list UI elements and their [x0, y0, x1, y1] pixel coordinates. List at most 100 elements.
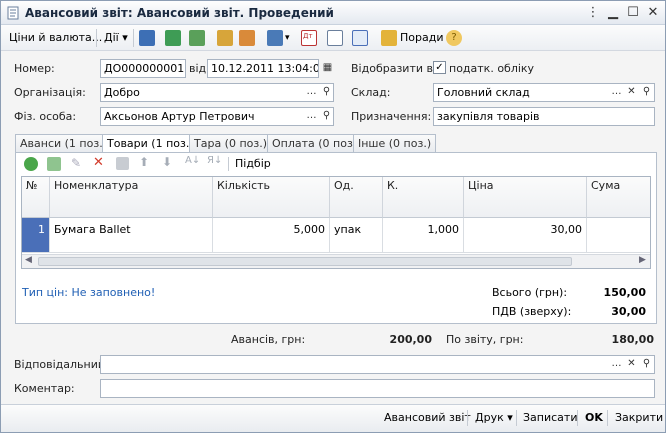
warehouse-value: Головний склад: [437, 86, 530, 99]
person-label: Фіз. особа:: [14, 110, 77, 123]
structure-icon[interactable]: [352, 30, 368, 46]
calendar-icon[interactable]: ▦: [320, 60, 335, 77]
delete-row-icon[interactable]: ✕: [93, 155, 104, 170]
responsible-clear-icon[interactable]: ✕: [624, 356, 639, 373]
move-down-icon[interactable]: ⬇: [162, 155, 172, 169]
column-header-quantity[interactable]: Кількість: [213, 177, 330, 218]
advances-label: Авансів, грн:: [231, 333, 306, 346]
print-button[interactable]: Друк ▾: [475, 411, 513, 424]
horizontal-scrollbar[interactable]: ◀ ▶: [22, 254, 650, 268]
column-header-number[interactable]: №: [22, 177, 50, 218]
scroll-right-icon[interactable]: ▶: [639, 255, 646, 265]
cell-unit[interactable]: упак: [330, 218, 383, 253]
pick-button[interactable]: Підбір: [235, 157, 271, 170]
person-field[interactable]: Аксьонов Артур Петрович: [100, 107, 334, 126]
tab-advances[interactable]: Аванси (1 поз.): [15, 134, 112, 152]
sort-desc-icon[interactable]: Я↓: [207, 155, 222, 166]
unpost-document-icon[interactable]: [239, 30, 255, 46]
date-field[interactable]: 10.12.2011 13:04:00: [207, 59, 319, 78]
save-button[interactable]: Записати: [523, 411, 577, 424]
responsible-field[interactable]: [100, 355, 655, 374]
report-total-label: По звіту, грн:: [446, 333, 524, 346]
toolbar-separator: [607, 410, 608, 426]
print-label: Друк: [475, 411, 504, 424]
post-document-icon[interactable]: [217, 30, 233, 46]
tax-accounting-checkbox[interactable]: ✓: [433, 61, 446, 74]
tab-containers[interactable]: Тара (0 поз.): [189, 134, 273, 152]
column-header-nomenclature[interactable]: Номенклатура: [50, 177, 213, 218]
organization-field[interactable]: Добро: [100, 83, 334, 102]
column-header-sum[interactable]: Сума: [587, 177, 650, 218]
goods-table[interactable]: № Номенклатура Кількість Од. К. Ціна Сум…: [21, 176, 651, 269]
maximize-button[interactable]: ☐: [625, 6, 641, 20]
column-header-price[interactable]: Ціна: [464, 177, 587, 218]
warehouse-select-button[interactable]: …: [609, 84, 624, 101]
sort-asc-icon[interactable]: A↓: [185, 155, 200, 166]
purpose-label: Призначення:: [351, 110, 432, 123]
organization-value: Добро: [104, 86, 140, 99]
cell-number[interactable]: 1: [22, 218, 50, 253]
responsible-search-icon[interactable]: ⚲: [639, 356, 654, 373]
go-up-icon[interactable]: [139, 30, 155, 46]
title-bar: Авансовий звіт: Авансовий звіт. Проведен…: [1, 1, 665, 25]
warehouse-search-icon[interactable]: ⚲: [639, 84, 654, 101]
warehouse-label: Склад:: [351, 86, 391, 99]
document-window: Авансовий звіт: Авансовий звіт. Проведен…: [0, 0, 666, 433]
more-icon[interactable]: ⋮: [585, 6, 601, 20]
person-value: Аксьонов Артур Петрович: [104, 110, 255, 123]
document-icon: [7, 6, 19, 20]
enter-based-on-icon[interactable]: [267, 30, 283, 46]
scrollbar-thumb[interactable]: [38, 257, 572, 266]
toolbar-separator: [467, 410, 468, 426]
warehouse-clear-icon[interactable]: ✕: [624, 84, 639, 101]
organization-select-button[interactable]: …: [304, 84, 319, 101]
column-header-unit[interactable]: Од.: [330, 177, 383, 218]
purpose-field[interactable]: закупівля товарів: [433, 107, 655, 126]
cell-price[interactable]: 30,00: [464, 218, 587, 253]
scroll-left-icon[interactable]: ◀: [25, 255, 32, 265]
tab-payment[interactable]: Оплата (0 поз.): [267, 134, 366, 152]
reflect-label: Відобразити в:: [351, 62, 437, 75]
cell-sum[interactable]: [587, 218, 650, 253]
column-header-coefficient[interactable]: К.: [383, 177, 464, 218]
edit-row-icon[interactable]: ✎: [71, 156, 81, 170]
advance-report-button[interactable]: Авансовий звіт: [384, 411, 471, 424]
price-type-link[interactable]: Тип цін: Не заповнено!: [22, 286, 155, 299]
close-button[interactable]: Закрити: [615, 411, 663, 424]
move-up-icon[interactable]: ⬆: [139, 155, 149, 169]
comment-field[interactable]: [100, 379, 655, 398]
toolbar-separator: [577, 410, 578, 426]
tips-button[interactable]: Поради: [398, 28, 445, 47]
tab-other[interactable]: Інше (0 поз.): [353, 134, 437, 152]
tax-accounting-label: податк. обліку: [449, 62, 535, 75]
actions-label: Дії: [104, 31, 119, 44]
copy-row-icon[interactable]: [47, 157, 61, 171]
organization-search-icon[interactable]: ⚲: [319, 84, 334, 101]
prices-currency-button[interactable]: Ціни й валюта...: [7, 28, 104, 47]
add-row-icon[interactable]: [24, 157, 38, 171]
toolbar: Ціни й валюта... Дії ▾ ▾ Дт Поради ?: [1, 25, 665, 51]
person-select-button[interactable]: …: [304, 108, 319, 125]
responsible-select-button[interactable]: …: [609, 356, 624, 373]
refresh-icon[interactable]: [165, 30, 181, 46]
dt-kt-icon[interactable]: Дт: [301, 30, 317, 46]
actions-menu-button[interactable]: Дії ▾: [102, 28, 130, 47]
tab-goods[interactable]: Товари (1 поз.): [102, 134, 199, 153]
close-window-button[interactable]: ✕: [645, 6, 661, 20]
help-icon[interactable]: ?: [446, 30, 462, 46]
ok-button[interactable]: OK: [585, 411, 603, 424]
chevron-down-icon[interactable]: ▾: [283, 29, 292, 48]
minimize-button[interactable]: ▁: [605, 6, 621, 20]
cell-quantity[interactable]: 5,000: [213, 218, 330, 253]
person-search-icon[interactable]: ⚲: [319, 108, 334, 125]
list-icon[interactable]: [327, 30, 343, 46]
vat-label: ПДВ (зверху):: [492, 305, 572, 318]
cell-nomenclature[interactable]: Бумага Ballet: [50, 218, 213, 253]
tabs: Аванси (1 поз.) Товари (1 поз.) Тара (0 …: [15, 134, 657, 153]
copy-icon[interactable]: [189, 30, 205, 46]
save-row-icon[interactable]: [116, 157, 129, 170]
report-total-value: 180,00: [611, 333, 654, 346]
cell-coefficient[interactable]: 1,000: [383, 218, 464, 253]
number-field[interactable]: ДО000000001: [100, 59, 186, 78]
toolbar-separator: [228, 157, 229, 171]
